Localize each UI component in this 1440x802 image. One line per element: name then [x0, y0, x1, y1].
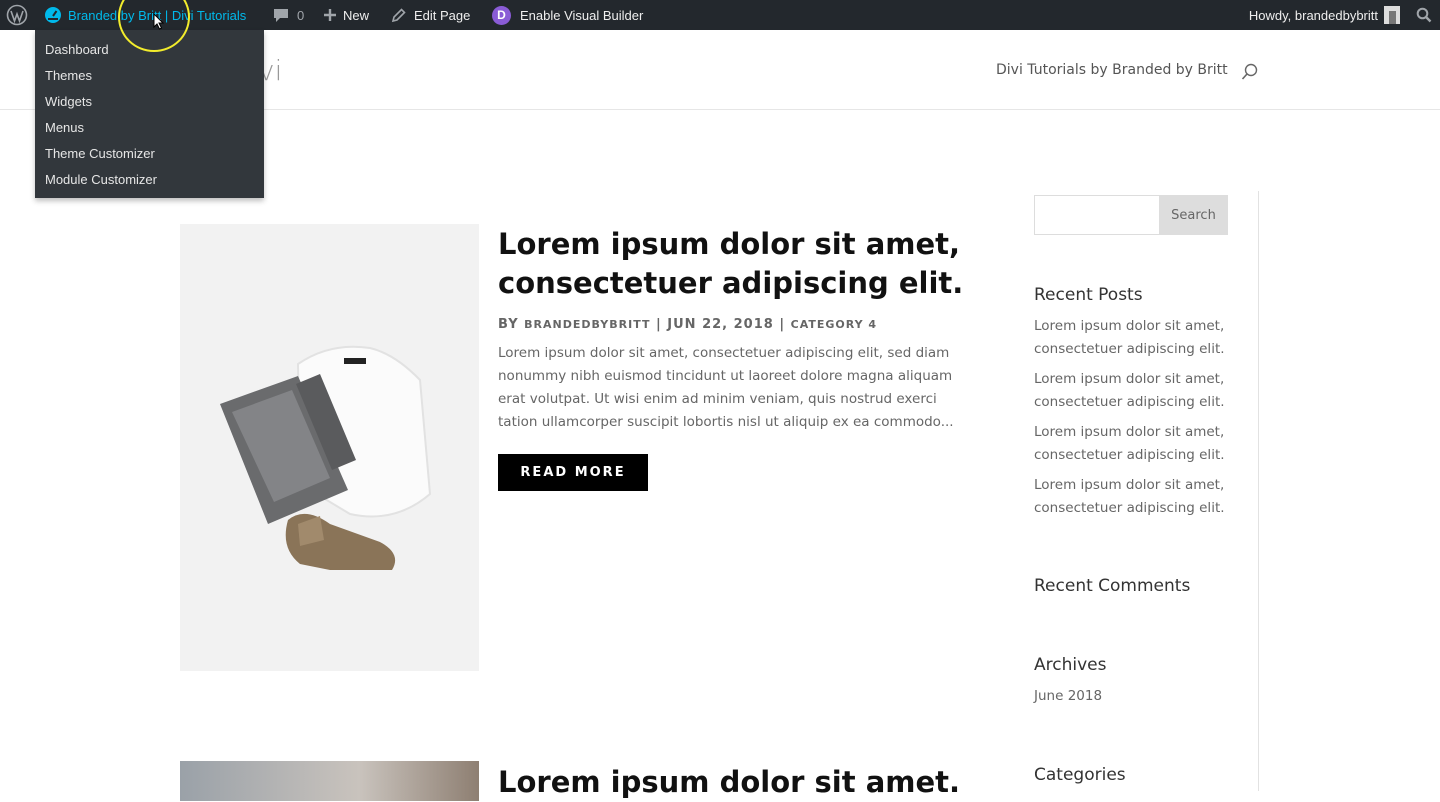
post-meta: by brandedbybritt | Jun 22, 2018 | Categ…	[498, 317, 877, 332]
sidebar-search-button[interactable]: Search	[1159, 195, 1228, 235]
visual-builder-label: Enable Visual Builder	[520, 7, 644, 23]
plus-icon	[323, 8, 337, 22]
new-label: New	[343, 7, 370, 23]
recent-comments-heading: Recent Comments	[1034, 576, 1191, 596]
sidebar-search-input[interactable]	[1034, 195, 1160, 235]
howdy-label: Howdy, brandedbybritt	[1248, 7, 1378, 23]
wordpress-logo-icon[interactable]	[6, 0, 28, 30]
avatar	[1384, 6, 1400, 24]
main-content: Lorem ipsum dolor sit amet, consectetuer…	[0, 111, 1440, 801]
menu-item-menus[interactable]: Menus	[45, 120, 84, 135]
post-featured-image[interactable]	[180, 761, 479, 801]
recent-posts-heading: Recent Posts	[1034, 285, 1143, 305]
categories-heading: Categories	[1034, 765, 1126, 785]
header-search-icon[interactable]	[1241, 63, 1259, 86]
site-name-dropdown: Dashboard Themes Widgets Menus Theme Cus…	[35, 30, 264, 198]
admin-bar: Branded by Britt | Divi Tutorials 0 New …	[0, 0, 1440, 30]
divi-logo-icon: D	[492, 5, 511, 25]
enable-visual-builder-link[interactable]: D Enable Visual Builder	[492, 0, 643, 30]
sidebar-divider	[1258, 191, 1259, 791]
meta-by: by	[498, 317, 519, 332]
menu-item-module-customizer[interactable]: Module Customizer	[45, 172, 157, 187]
post-title[interactable]: Lorem ipsum dolor sit amet.	[498, 763, 998, 802]
edit-page-label: Edit Page	[414, 7, 471, 23]
pencil-icon	[391, 7, 406, 23]
post-author-link[interactable]: brandedbybritt	[524, 318, 650, 331]
recent-post-link[interactable]: Lorem ipsum dolor sit amet, consectetuer…	[1034, 421, 1249, 467]
recent-post-link[interactable]: Lorem ipsum dolor sit amet, consectetuer…	[1034, 368, 1249, 414]
menu-item-themes[interactable]: Themes	[45, 68, 92, 83]
mouse-pointer-icon	[153, 12, 165, 35]
read-more-button[interactable]: READ MORE	[498, 454, 648, 491]
meta-separator: |	[656, 317, 662, 332]
archives-heading: Archives	[1034, 655, 1107, 675]
archive-link[interactable]: June 2018	[1034, 685, 1249, 708]
nav-link-home[interactable]: Divi Tutorials by Branded by Britt	[996, 62, 1228, 78]
post-excerpt: Lorem ipsum dolor sit amet, consectetuer…	[498, 345, 954, 430]
comment-count: 0	[297, 7, 305, 23]
menu-item-widgets[interactable]: Widgets	[45, 94, 92, 109]
admin-search-icon[interactable]	[1416, 0, 1432, 30]
post-date: Jun 22, 2018	[667, 317, 774, 332]
new-content-menu[interactable]: New	[323, 0, 369, 30]
post-category-link[interactable]: Category 4	[791, 318, 877, 331]
edit-page-link[interactable]: Edit Page	[391, 0, 470, 30]
user-account-menu[interactable]: Howdy, brandedbybritt	[1249, 0, 1400, 30]
recent-post-link[interactable]: Lorem ipsum dolor sit amet, consectetuer…	[1034, 474, 1249, 520]
meta-separator: |	[779, 317, 786, 332]
post-featured-image[interactable]	[180, 224, 479, 671]
dashboard-gauge-icon	[44, 6, 62, 24]
comment-bubble-icon	[273, 7, 289, 23]
recent-post-link[interactable]: Lorem ipsum dolor sit amet, consectetuer…	[1034, 315, 1249, 361]
comments-menu[interactable]: 0	[273, 0, 304, 30]
menu-item-theme-customizer[interactable]: Theme Customizer	[45, 146, 155, 161]
post-title[interactable]: Lorem ipsum dolor sit amet, consectetuer…	[498, 225, 998, 303]
menu-item-dashboard[interactable]: Dashboard	[45, 42, 109, 57]
